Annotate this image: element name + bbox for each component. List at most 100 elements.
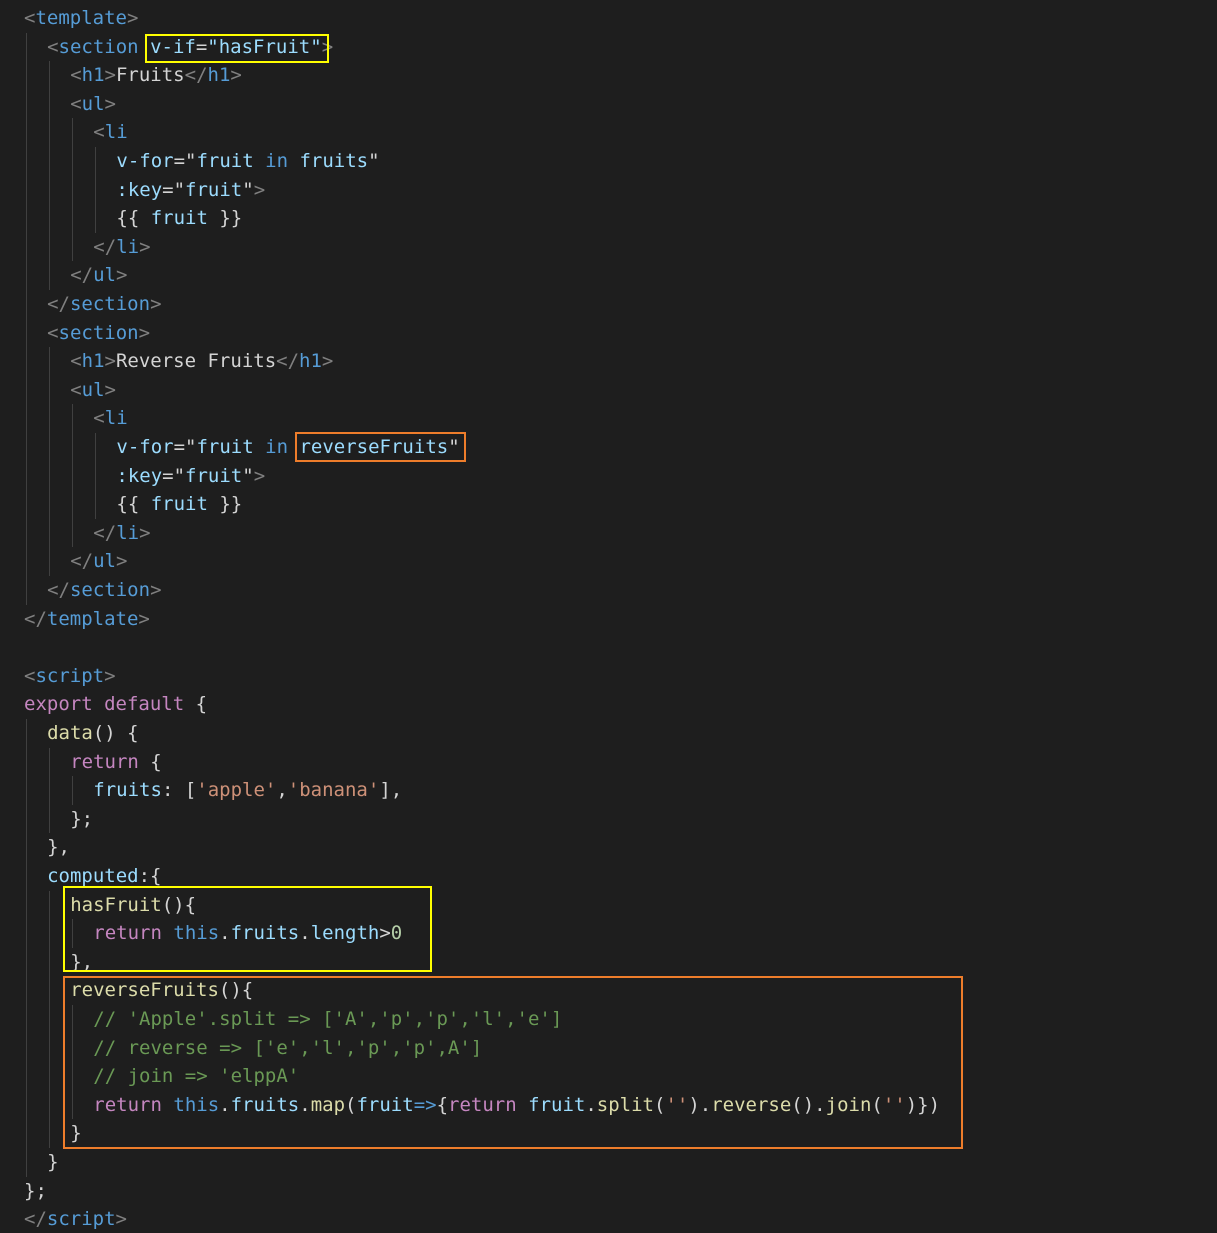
code-token: return [448, 1093, 517, 1116]
code-token: }} [207, 493, 243, 516]
code-token: return [93, 922, 162, 945]
code-token: map [310, 1093, 346, 1116]
code-token: script [46, 1208, 116, 1231]
code-token: fruit [196, 436, 254, 458]
code-token: </ [184, 64, 208, 87]
code-line: </script> [24, 1205, 127, 1233]
code-line: :key="fruit"> [116, 462, 265, 490]
indent-guide [26, 719, 27, 1177]
code-token: > [115, 264, 128, 287]
code-line: }; [24, 1177, 47, 1205]
code-line: </ul> [70, 547, 127, 575]
code-token: < [93, 121, 105, 144]
code-token: => [413, 1093, 437, 1116]
code-token: computed [47, 865, 139, 887]
code-token: hasFruit [70, 893, 162, 916]
code-token: ul [81, 92, 105, 115]
code-token: 'apple' [196, 779, 277, 802]
code-token: > [115, 1208, 127, 1231]
code-token: reverseFruits [70, 979, 219, 1002]
code-token: }, [70, 950, 94, 973]
code-token: v-for [116, 436, 174, 458]
indent-guide [49, 890, 51, 1148]
code-token: fruit [528, 1093, 586, 1116]
code-token: </ [93, 521, 117, 544]
code-line: <li [93, 404, 127, 432]
code-line: return this.fruits.length>0 [93, 919, 402, 947]
code-token: li [116, 521, 140, 544]
code-line: <h1>Reverse Fruits</h1> [70, 347, 333, 375]
code-line: hasFruit(){ [70, 891, 196, 919]
code-token: </ [70, 550, 94, 573]
code-token: > [150, 579, 162, 601]
code-token: > [104, 64, 116, 87]
code-token: h1 [81, 350, 105, 373]
code-line: // reverse => ['e','l','p','p',A'] [93, 1034, 482, 1062]
code-token: </ [24, 1208, 47, 1231]
code-token: )}) [905, 1093, 941, 1116]
code-token: template [35, 7, 127, 29]
indent-guide [72, 776, 74, 805]
code-token: > [321, 350, 334, 373]
code-token: // reverse => ['e','l','p','p',A'] [93, 1036, 483, 1059]
code-token: ], [379, 779, 403, 802]
code-line: </section> [47, 576, 161, 604]
code-token: fruit [196, 150, 254, 172]
code-line: export default { [24, 690, 207, 718]
code-token: </ [24, 607, 47, 630]
code-token: > [104, 92, 116, 115]
code-line: // join => 'elppA' [93, 1062, 299, 1090]
indent-guide [72, 919, 74, 948]
code-token: > [138, 607, 150, 630]
code-token: default [104, 693, 185, 716]
code-line: } [70, 1119, 81, 1147]
code-token: " [448, 436, 460, 458]
indent-guide [49, 347, 51, 576]
indent-guide [95, 433, 97, 519]
code-token: < [47, 35, 59, 58]
indent-guide [49, 61, 51, 290]
code-token: v-for [116, 150, 174, 172]
code-token: // 'Apple'.split => ['A','p','p','l','e'… [93, 1008, 563, 1030]
code-token: (){ [161, 893, 197, 916]
code-token: } [70, 1122, 82, 1145]
code-token: (). [791, 1093, 826, 1116]
code-token: li [104, 407, 128, 430]
code-token: { [436, 1093, 449, 1116]
code-token: > [139, 521, 151, 544]
code-line: <script> [24, 662, 116, 690]
code-token: . [219, 1093, 231, 1116]
code-line: </template> [24, 605, 150, 633]
code-token: > [138, 321, 151, 344]
code-token: data [47, 722, 93, 744]
code-token: > [253, 464, 266, 487]
code-token: Fruits [115, 64, 185, 87]
code-token: " [368, 150, 380, 172]
code-token: { [138, 750, 162, 773]
code-token: ul [81, 378, 105, 401]
code-editor[interactable]: <template> <section v-if="hasFruit"> <h1>F… [0, 0, 1217, 1233]
code-token: ). [688, 1093, 712, 1116]
code-token: > [139, 235, 151, 258]
code-token: < [24, 7, 36, 29]
code-token: return [70, 750, 139, 773]
code-token: 'banana' [287, 779, 380, 802]
code-token: in [265, 436, 289, 458]
code-token: return [93, 1093, 162, 1116]
code-token: this [173, 1093, 220, 1116]
code-token: script [35, 664, 105, 687]
code-token: :key [116, 178, 163, 201]
code-token: . [219, 922, 231, 945]
code-line: {{ fruit }} [116, 490, 242, 518]
code-line: v-for="fruit in reverseFruits" [116, 433, 459, 461]
code-token: > [104, 664, 116, 687]
code-token: < [70, 64, 82, 87]
code-line: <ul> [70, 90, 116, 118]
code-token: > [115, 550, 128, 573]
code-token: fruit [150, 207, 208, 230]
